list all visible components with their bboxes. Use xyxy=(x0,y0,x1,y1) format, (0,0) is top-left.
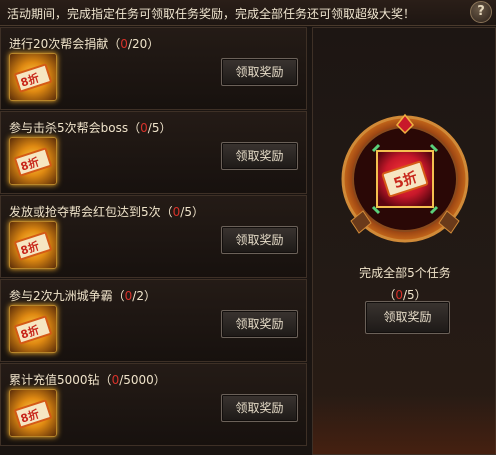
discount-coupon-icon[interactable]: 8折 xyxy=(9,389,57,437)
task-title: 参与2次九洲城争霸（0/2） xyxy=(9,289,156,303)
task-row: 进行20次帮会捐献（0/20） 8折 领取奖励 xyxy=(0,27,307,110)
claim-reward-button[interactable]: 领取奖励 xyxy=(221,142,298,170)
grand-prize-panel: 5折 完成全部5个任务 （0/5） 领取奖励 xyxy=(312,27,496,455)
coupon-label: 8折 xyxy=(19,239,41,258)
task-title: 发放或抢夺帮会红包达到5次（0/5） xyxy=(9,205,204,219)
coupon-ticket: 8折 xyxy=(13,63,53,93)
coupon-ticket: 8折 xyxy=(13,231,53,261)
task-progress-total: 5 xyxy=(184,205,192,219)
task-title: 累计充值5000钻（0/5000） xyxy=(9,373,166,387)
task-progress-total: 2 xyxy=(136,289,144,303)
claim-reward-button[interactable]: 领取奖励 xyxy=(221,394,298,422)
grand-prize-title: 完成全部5个任务 xyxy=(359,266,451,280)
task-progress-current: 0 xyxy=(120,37,128,51)
claim-reward-button[interactable]: 领取奖励 xyxy=(221,226,298,254)
claim-reward-button[interactable]: 领取奖励 xyxy=(221,58,298,86)
discount-coupon-icon[interactable]: 8折 xyxy=(9,137,57,185)
discount-coupon-icon[interactable]: 8折 xyxy=(9,53,57,101)
task-row: 参与击杀5次帮会boss（0/5） 8折 领取奖励 xyxy=(0,111,307,194)
event-notice-text: 活动期间，完成指定任务可领取任务奖励，完成全部任务还可领取超级大奖！ xyxy=(7,7,416,21)
panel-bottom-glow xyxy=(313,394,496,454)
task-progress-total: 5 xyxy=(151,121,160,135)
claim-grand-prize-button[interactable]: 领取奖励 xyxy=(365,301,450,334)
top-notice-bar: 活动期间，完成指定任务可领取任务奖励，完成全部任务还可领取超级大奖！ ? xyxy=(0,0,496,26)
task-name: 参与击杀5次帮会boss xyxy=(9,121,129,135)
coupon-ticket: 8折 xyxy=(13,147,53,177)
claim-reward-button[interactable]: 领取奖励 xyxy=(221,310,298,338)
grand-prize-medal-icon[interactable]: 5折 xyxy=(337,111,473,247)
task-title: 进行20次帮会捐献（0/20） xyxy=(9,37,160,51)
discount-coupon-icon[interactable]: 8折 xyxy=(9,305,57,353)
coupon-label: 8折 xyxy=(19,71,41,90)
task-progress-total: 20 xyxy=(131,37,148,51)
task-name: 参与2次九洲城争霸 xyxy=(9,289,113,303)
task-progress-current: 0 xyxy=(140,121,148,135)
coupon-label: 8折 xyxy=(19,155,41,174)
coupon-ticket: 8折 xyxy=(13,315,53,345)
task-name: 发放或抢夺帮会红包达到5次 xyxy=(9,205,161,219)
help-icon[interactable]: ? xyxy=(470,1,492,23)
grand-prize-progress-total: 5 xyxy=(407,288,415,302)
task-row: 累计充值5000钻（0/5000） 8折 领取奖励 xyxy=(0,363,307,446)
task-progress-total: 5000 xyxy=(123,373,154,387)
task-title: 参与击杀5次帮会boss（0/5） xyxy=(9,121,172,135)
discount-coupon-icon[interactable]: 8折 xyxy=(9,221,57,269)
task-row: 参与2次九洲城争霸（0/2） 8折 领取奖励 xyxy=(0,279,307,362)
coupon-label: 8折 xyxy=(19,407,41,426)
coupon-label: 8折 xyxy=(19,323,41,342)
coupon-ticket: 8折 xyxy=(13,399,53,429)
task-name: 进行20次帮会捐献 xyxy=(9,37,109,51)
task-name: 累计充值5000钻 xyxy=(9,373,100,387)
task-row: 发放或抢夺帮会红包达到5次（0/5） 8折 领取奖励 xyxy=(0,195,307,278)
grand-prize-progress-current: 0 xyxy=(395,288,403,302)
